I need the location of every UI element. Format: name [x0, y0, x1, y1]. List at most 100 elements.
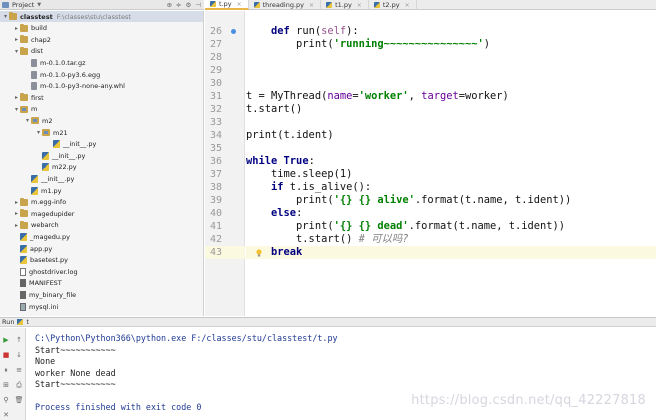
collapse-arrow-icon[interactable]: ▸ — [13, 25, 20, 32]
tree-item[interactable]: ▾ m21 — [0, 127, 203, 138]
code-line[interactable]: t = MyThread(name='worker', target=worke… — [246, 90, 656, 103]
folder-icon — [20, 35, 28, 44]
collapse-arrow-icon[interactable]: ▸ — [13, 94, 20, 101]
code-line[interactable] — [246, 77, 656, 90]
tree-item-label: magedupider — [31, 209, 75, 218]
tree-item[interactable]: _magedu.py — [0, 231, 203, 242]
collapse-arrow-icon[interactable]: ▸ — [13, 36, 20, 43]
hide-icon[interactable]: ⊣ — [195, 1, 201, 9]
code-line[interactable] — [246, 116, 656, 129]
line-number: 33 — [210, 117, 223, 128]
tree-item[interactable]: ▾ classtest F:\classes\stu\classtest — [0, 11, 203, 22]
tree-item[interactable]: ▾ m — [0, 104, 203, 115]
override-marker-icon[interactable] — [231, 29, 236, 34]
stop-icon[interactable]: ■ — [2, 351, 10, 359]
tree-item[interactable]: ▸ m.egg-info — [0, 197, 203, 208]
tree-item[interactable]: __init__.py — [0, 150, 203, 161]
expand-arrow-icon[interactable]: ▾ — [13, 106, 20, 113]
collapse-arrow-icon[interactable]: ▸ — [13, 222, 20, 229]
tree-item[interactable]: basetest.py — [0, 255, 203, 266]
pin-icon[interactable]: ⚲ — [2, 396, 10, 404]
tree-item[interactable]: MANIFEST — [0, 278, 203, 289]
tree-item[interactable]: __init__.py — [0, 139, 203, 150]
code-line[interactable]: time.sleep(1) — [246, 168, 656, 181]
run-panel-title[interactable]: Run — [2, 318, 14, 326]
close-tab-icon[interactable]: × — [309, 2, 314, 9]
dropdown-icon[interactable]: ▼ — [37, 2, 41, 8]
gear-icon[interactable]: ⚙ — [186, 1, 192, 9]
tree-item[interactable]: app.py — [0, 243, 203, 254]
editor-tab[interactable]: t.py × — [205, 0, 249, 10]
code-line[interactable]: print('running~~~~~~~~~~~~~~~') — [246, 38, 656, 51]
tree-item-label: __init__.py — [41, 174, 75, 183]
editor-tab[interactable]: t1.py × — [321, 0, 369, 10]
code-editor[interactable]: def run(self): print('running~~~~~~~~~~~… — [246, 11, 656, 316]
expand-arrow-icon[interactable]: ▾ — [35, 129, 42, 136]
tree-item[interactable]: m1.py — [0, 185, 203, 196]
tree-item[interactable]: m-0.1.0-py3.6.egg — [0, 69, 203, 80]
up-icon[interactable]: ↑ — [15, 336, 23, 344]
tree-item[interactable]: __init__.py — [0, 173, 203, 184]
restore-layout-icon[interactable]: ⊞ — [2, 381, 10, 389]
run-config-tab[interactable]: t — [26, 318, 29, 326]
line-number: 39 — [210, 195, 223, 206]
folder-icon — [20, 209, 28, 218]
code-line[interactable]: print('{} {} alive'.format(t.name, t.ide… — [246, 194, 656, 207]
down-icon[interactable]: ↓ — [15, 351, 23, 359]
expand-arrow-icon[interactable]: ▾ — [2, 13, 9, 20]
code-line[interactable]: print('{} {} dead'.format(t.name, t.iden… — [246, 220, 656, 233]
code-line[interactable]: if t.is_alive(): — [246, 181, 656, 194]
code-line[interactable]: t.start() — [246, 103, 656, 116]
soft-wrap-icon[interactable]: ≡ — [15, 366, 23, 374]
console-line: Start~~~~~~~~~~~ — [35, 379, 116, 389]
editor-tab[interactable]: t2.py × — [369, 0, 417, 10]
code-line[interactable]: def run(self): — [246, 25, 656, 38]
code-line[interactable] — [246, 64, 656, 77]
code-line[interactable] — [246, 142, 656, 155]
tree-item[interactable]: ▸ build — [0, 23, 203, 34]
code-line[interactable]: break — [246, 246, 656, 259]
run-toolbar: ▶ ↑ ■ ↓ ⏸ ≡ ⊞ ⎙ ⚲ 🗑 ✕ — [0, 328, 26, 420]
tree-item[interactable]: ▸ magedupider — [0, 208, 203, 219]
code-line[interactable]: print(t.ident) — [246, 129, 656, 142]
project-panel-title[interactable]: Project — [12, 1, 34, 9]
expand-arrow-icon[interactable]: ▾ — [24, 117, 31, 124]
trash-icon[interactable]: 🗑 — [15, 396, 24, 404]
tree-item[interactable]: ▸ webarch — [0, 220, 203, 231]
tree-item[interactable]: ▸ first — [0, 92, 203, 103]
tree-item[interactable]: m-0.1.0.tar.gz — [0, 57, 203, 68]
console-line: Process finished with exit code 0 — [35, 402, 202, 412]
tree-item[interactable]: m22.py — [0, 162, 203, 173]
tree-item-label: m-0.1.0-py3.6.egg — [40, 70, 101, 79]
expand-arrow-icon[interactable]: ▾ — [13, 48, 20, 55]
print-icon[interactable]: ⎙ — [15, 381, 23, 389]
close-tab-icon[interactable]: × — [405, 2, 410, 9]
tree-item[interactable]: my_binary_file — [0, 289, 203, 300]
pause-icon[interactable]: ⏸ — [2, 366, 10, 374]
code-line[interactable]: while True: — [246, 155, 656, 168]
tree-item[interactable]: m-0.1.0-py3-none-any.whl — [0, 81, 203, 92]
editor-tabs: t.py × threading.py × t1.py × t2.py × — [205, 0, 656, 10]
collapse-icon[interactable]: ≑ — [176, 1, 181, 9]
tree-item[interactable]: ▸ chap2 — [0, 34, 203, 45]
project-tool-icon[interactable] — [2, 1, 9, 8]
editor-tab[interactable]: threading.py × — [249, 0, 322, 10]
close-tab-icon[interactable]: × — [237, 1, 242, 8]
tree-item[interactable]: ghostdriver.log — [0, 266, 203, 277]
line-number: 28 — [210, 52, 223, 63]
rerun-icon[interactable]: ▶ — [2, 336, 10, 344]
close-icon[interactable]: ✕ — [2, 411, 10, 419]
python-file-icon — [210, 1, 216, 7]
code-line[interactable]: t.start() # 可以吗? — [246, 233, 656, 246]
close-tab-icon[interactable]: × — [357, 2, 362, 9]
collapse-arrow-icon[interactable]: ▸ — [13, 199, 20, 206]
code-line[interactable] — [246, 51, 656, 64]
archive-icon — [31, 70, 37, 79]
lightbulb-icon[interactable] — [256, 248, 262, 257]
tree-item[interactable]: ▾ m2 — [0, 115, 203, 126]
collapse-arrow-icon[interactable]: ▸ — [13, 210, 20, 217]
code-line[interactable]: else: — [246, 207, 656, 220]
tree-item[interactable]: mysql.ini — [0, 301, 203, 312]
tree-item[interactable]: ▾ dist — [0, 46, 203, 57]
locate-icon[interactable]: ⊕ — [167, 1, 172, 9]
